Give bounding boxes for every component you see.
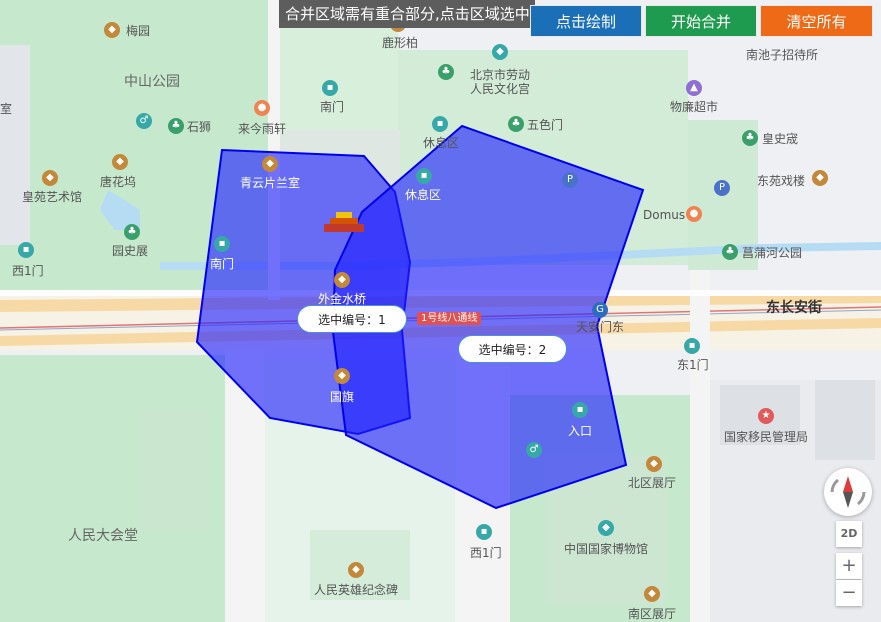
attraction-icon: ◆: [42, 170, 58, 186]
tree-icon: ♣: [742, 130, 758, 146]
draw-button[interactable]: 点击绘制: [530, 5, 642, 37]
zoom-in-button[interactable]: +: [836, 553, 862, 579]
attraction-icon: ◆: [812, 170, 828, 186]
restroom-icon: ♂: [136, 113, 152, 129]
poi-label: 梅园: [126, 24, 151, 38]
poi-label: Domus: [643, 208, 686, 222]
poi-label: 国旗: [330, 390, 355, 404]
merge-hint-text: 合并区域需有重合部分,点击区域选中: [279, 0, 535, 28]
attraction-icon: ◆: [334, 368, 350, 384]
attraction-icon: ◆: [644, 586, 660, 602]
gate-icon: ▪: [18, 242, 34, 258]
poi-label: 入口: [568, 424, 593, 438]
tree-icon: ♣: [168, 118, 184, 134]
poi-label: 休息区: [405, 188, 442, 202]
view-mode-2d-button[interactable]: 2D: [836, 521, 862, 547]
poi-label: 中国国家博物馆: [564, 542, 649, 556]
poi-label: 菖蒲河公园: [742, 246, 803, 260]
compass-icon: [830, 476, 866, 508]
poi-label: 外金水桥: [318, 292, 367, 306]
poi-label: 皇苑艺术馆: [22, 190, 83, 204]
tree-icon: ♣: [124, 224, 140, 240]
poi-label: 五色门: [527, 118, 564, 132]
poi-label: 南门: [210, 257, 235, 271]
government-icon: ★: [758, 408, 774, 424]
food-icon: ●: [686, 206, 702, 222]
poi-label: 人民英雄纪念碑: [314, 583, 399, 597]
gate-icon: ▪: [322, 80, 338, 96]
poi-label: 唐花坞: [100, 175, 137, 189]
poi-label: 西1门: [12, 264, 44, 278]
poi-label: 室: [0, 102, 13, 116]
poi-label: 南区展厅: [628, 607, 677, 621]
poi-label: 东1门: [677, 358, 709, 372]
parking-icon: P: [562, 172, 578, 188]
compass-control[interactable]: [824, 468, 872, 516]
subway-line-label: 1号线八通线: [417, 312, 482, 325]
attraction-icon: ◆: [334, 272, 350, 288]
rest-icon: ▪: [432, 116, 448, 132]
gate-icon: ▪: [684, 338, 700, 354]
poi-label: 皇史宬: [762, 132, 799, 146]
tree-icon: ♣: [438, 64, 454, 80]
poi-label: 北区展厅: [628, 476, 677, 490]
gate-icon: ▪: [214, 236, 230, 252]
poi-label: 来今雨轩: [238, 122, 287, 136]
poi-label: 南池子招待所: [746, 48, 819, 62]
attraction-icon: ◆: [348, 562, 364, 578]
poi-label: 青云片兰室: [240, 176, 301, 190]
attraction-icon: ◆: [262, 156, 278, 172]
merge-button[interactable]: 开始合并: [645, 5, 757, 37]
selection-label-2[interactable]: 选中编号：2: [458, 335, 567, 363]
gate-icon: ▪: [476, 524, 492, 540]
poi-label: 国家移民管理局: [724, 430, 809, 444]
attraction-icon: ◆: [646, 456, 662, 472]
poi-label: 北京市劳动人民文化宫: [469, 68, 530, 96]
tree-icon: ♣: [508, 116, 524, 132]
parking-icon: P: [714, 180, 730, 196]
poi-label: 物廉超市: [670, 100, 719, 114]
restroom-icon: ♂: [526, 442, 542, 458]
attraction-icon: ◆: [104, 22, 120, 38]
poi-label: 天安门东: [576, 320, 625, 334]
poi-label: 休息区: [423, 136, 460, 150]
clear-all-button[interactable]: 清空所有: [760, 5, 873, 37]
rest-icon: ▪: [416, 168, 432, 184]
museum-icon: ◆: [598, 520, 614, 536]
zoom-out-button[interactable]: −: [836, 580, 862, 606]
shopping-icon: ▲: [686, 80, 702, 96]
poi-label: 鹿形柏: [382, 36, 419, 50]
attraction-icon: ◆: [112, 154, 128, 170]
gate-icon: ▪: [572, 402, 588, 418]
attraction-icon: ◆: [492, 44, 508, 60]
poi-label: 南门: [320, 100, 345, 114]
selection-label-1[interactable]: 选中编号：1: [297, 305, 407, 333]
poi-label: 中山公园: [124, 74, 180, 90]
poi-label: 西1门: [470, 546, 502, 560]
tree-icon: ♣: [722, 244, 738, 260]
poi-label: 石狮: [187, 120, 212, 134]
poi-label: 东苑戏楼: [757, 174, 806, 188]
food-icon: ●: [254, 100, 270, 116]
poi-label: 园史展: [112, 244, 149, 258]
poi-label: 人民大会堂: [68, 528, 138, 544]
subway-icon: G: [592, 302, 608, 318]
road-label-changan: 东长安街: [766, 300, 822, 316]
